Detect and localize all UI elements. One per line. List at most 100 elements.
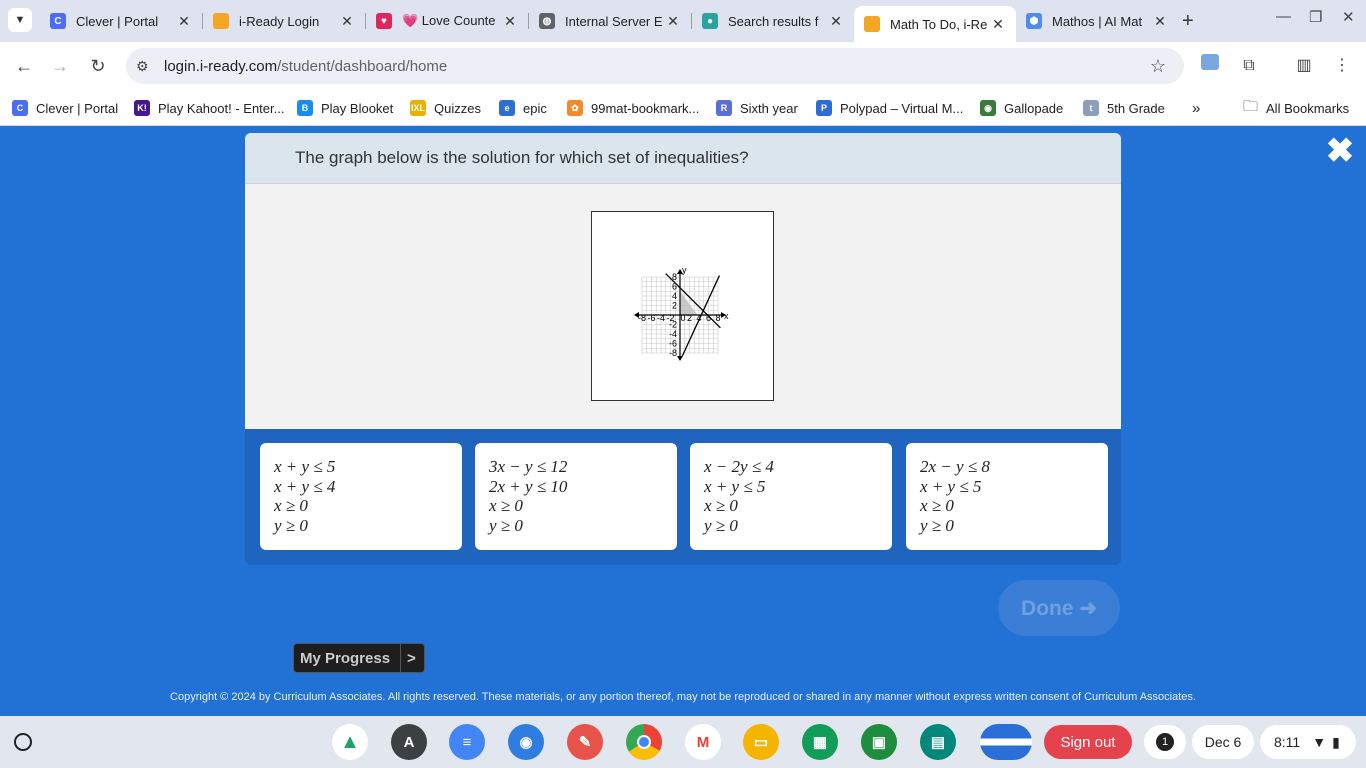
site-info-icon[interactable]: ⚙ [136, 58, 154, 75]
address-bar[interactable]: ⚙ login.i-ready.com/student/dashboard/ho… [126, 48, 1184, 84]
heart-icon: ♥ [376, 13, 392, 29]
launcher-icon[interactable] [14, 733, 32, 751]
my-progress-label: My Progress [294, 644, 402, 672]
tabs: C Clever | Portal ✕ i-Ready Login ✕ ♥ 💗 Love C… [40, 6, 1178, 42]
gmail-icon[interactable]: M [685, 724, 721, 760]
camera-icon[interactable]: ◉ [508, 724, 544, 760]
google-docs-icon[interactable]: ≡ [449, 724, 485, 760]
x-tick-label: 0 [680, 313, 685, 323]
wifi-icon: ▼ [1312, 734, 1327, 750]
x-tick-label: 6 [706, 313, 711, 323]
bookmark-item[interactable]: R Sixth year [716, 96, 798, 120]
account-a-icon[interactable]: A [391, 724, 427, 760]
google-classroom-icon[interactable]: ▣ [861, 724, 897, 760]
notification-tray[interactable]: 1 [1144, 725, 1186, 759]
google-sheets-icon[interactable]: ▦ [802, 724, 838, 760]
bookmark-item[interactable]: ◉ Gallopade [980, 96, 1063, 120]
google-drive-icon[interactable]: ▲ [332, 724, 368, 760]
bookmark-item[interactable]: K! Play Kahoot! - Enter... [134, 96, 284, 120]
y-tick-label: -6 [669, 339, 677, 349]
url-text: login.i-ready.com/student/dashboard/home [164, 57, 448, 75]
bookmark-favicon-icon: ◉ [980, 100, 996, 116]
bookmarks-overflow-chevron-icon[interactable]: » [1192, 96, 1200, 120]
more-menu-icon[interactable]: ⋮ [1330, 54, 1354, 78]
browser-tab[interactable]: ● Search results f ✕ [692, 6, 854, 36]
chromeos-shelf: ▲ A ≡ ◉ ✎ M ▭ ▦ ▣ ▤ Sign out 1 Dec 6 8:1… [0, 716, 1366, 768]
tab-close-icon[interactable]: ✕ [339, 13, 355, 30]
side-panel-icon[interactable]: ▥ [1292, 54, 1316, 78]
tab-close-icon[interactable]: ✕ [502, 13, 518, 30]
date-tray[interactable]: Dec 6 [1192, 725, 1254, 759]
answer-choices: x + y ≤ 5x + y ≤ 4x ≥ 0y ≥ 0 3x − y ≤ 12 2… [245, 429, 1121, 565]
browser-tab[interactable]: C Clever | Portal ✕ [40, 6, 202, 36]
my-progress-arrow: > [407, 649, 416, 667]
new-tab-plus-icon[interactable]: + [1182, 10, 1194, 33]
extensions-puzzle-icon[interactable]: ⧉ [1237, 54, 1261, 78]
browser-tab[interactable]: ◍ Internal Server E ✕ [529, 6, 691, 36]
inequality-line: y ≥ 0 [920, 515, 954, 535]
x-tick-label: -8 [638, 313, 646, 323]
browser-tab[interactable]: ♥ 💗 Love Counte ✕ [366, 6, 528, 36]
all-bookmarks-label: All Bookmarks [1266, 100, 1350, 116]
bookmark-favicon-icon: B [297, 100, 313, 116]
forward-arrow-icon[interactable]: → [48, 54, 72, 78]
answer-choice[interactable]: x − 2y ≤ 4x + y ≤ 5x ≥ 0y ≥ 0 [690, 443, 892, 550]
bookmark-label: Gallopade [1004, 100, 1064, 116]
x-tick-label: 4 [696, 313, 701, 323]
inequality-line: 2x + y ≤ 10 [489, 476, 568, 496]
coordinate-graph: -8 -6 -4 -2 0 2 4 6 8 8 6 4 2 -2 -4 -6 -8 x y [591, 211, 774, 401]
mathos-icon: ⬢ [1026, 13, 1042, 29]
y-tick-label: 2 [672, 301, 677, 311]
bookmarks-bar: » 🗀 All Bookmarks C Clever | Portal K! Play… [0, 90, 1366, 126]
chrome-icon[interactable] [626, 724, 662, 760]
tab-search-chevron-icon[interactable]: ▼ [8, 8, 32, 32]
browser-tab[interactable]: i-Ready Login ✕ [203, 6, 365, 36]
bookmark-item[interactable]: t 5th Grade [1083, 96, 1165, 120]
notification-count: 1 [1156, 733, 1174, 751]
bookmark-item[interactable]: ✿ 99mat-bookmark... [567, 96, 699, 120]
bookmark-label: Sixth year [740, 100, 798, 116]
browser-tab[interactable]: ⬢ Mathos | AI Mat ✕ [1016, 6, 1178, 36]
reload-icon[interactable]: ↻ [86, 54, 110, 78]
tab-close-icon[interactable]: ✕ [990, 16, 1006, 33]
answer-choice[interactable]: x + y ≤ 5x + y ≤ 4x ≥ 0y ≥ 0 [260, 443, 462, 550]
sign-out-button[interactable]: Sign out [1044, 725, 1132, 759]
restore-icon[interactable]: ❐ [1309, 8, 1322, 26]
bookmark-favicon-icon: K! [134, 100, 150, 116]
google-slides-icon[interactable]: ▭ [743, 724, 779, 760]
tab-close-icon[interactable]: ✕ [176, 13, 192, 30]
bookmark-item[interactable]: C Clever | Portal [12, 96, 118, 120]
graph-svg: -8 -6 -4 -2 0 2 4 6 88642-2-4-6-8xy [634, 265, 729, 361]
inequality-line: x ≥ 0 [274, 496, 308, 515]
window-preview-icon[interactable] [980, 724, 1032, 760]
extension-app-icon[interactable] [1198, 54, 1222, 78]
iready-cube-icon [864, 16, 880, 32]
canvas-palette-icon[interactable]: ✎ [567, 724, 603, 760]
x-tick-label: -4 [657, 313, 665, 323]
tab-close-icon[interactable]: ✕ [828, 13, 844, 30]
all-bookmarks[interactable]: 🗀 All Bookmarks [1243, 96, 1349, 120]
bookmark-star-icon[interactable]: ☆ [1150, 56, 1166, 77]
back-arrow-icon[interactable]: ← [12, 54, 36, 78]
inequality-line: x + y ≤ 4 [274, 476, 336, 496]
answer-choice[interactable]: 3x − y ≤ 12 2x + y ≤ 10 x ≥ 0y ≥ 0 [475, 443, 677, 550]
done-button[interactable]: Done ➜ [998, 580, 1120, 636]
close-lesson-icon[interactable]: ✖ [1324, 134, 1356, 168]
bookmark-item[interactable]: P Polypad – Virtual M... [816, 96, 963, 120]
inequality-line: x + y ≤ 5 [274, 457, 336, 476]
tab-close-icon[interactable]: ✕ [665, 13, 681, 30]
bookmark-label: Clever | Portal [36, 100, 119, 116]
window-close-icon[interactable]: ✕ [1342, 8, 1355, 26]
tab-close-icon[interactable]: ✕ [1152, 13, 1168, 30]
bookmark-item[interactable]: IXL Quizzes [410, 96, 481, 120]
bookmark-item[interactable]: B Play Blooket [297, 96, 393, 120]
copyright-text: Copyright © 2024 by Curriculum Associate… [170, 691, 1196, 703]
tab-title: Search results f [728, 13, 819, 29]
my-progress-button[interactable]: My Progress > [293, 643, 425, 673]
answer-choice[interactable]: 2x − y ≤ 8x + y ≤ 5x ≥ 0y ≥ 0 [906, 443, 1108, 550]
forms-app-icon[interactable]: ▤ [920, 724, 956, 760]
minimize-icon[interactable]: — [1276, 8, 1291, 25]
bookmark-item[interactable]: e epic [499, 96, 547, 120]
browser-tab[interactable]: Math To Do, i-Re ✕ [854, 6, 1016, 42]
status-tray[interactable]: 8:11 ▼ ▮ [1260, 725, 1356, 759]
